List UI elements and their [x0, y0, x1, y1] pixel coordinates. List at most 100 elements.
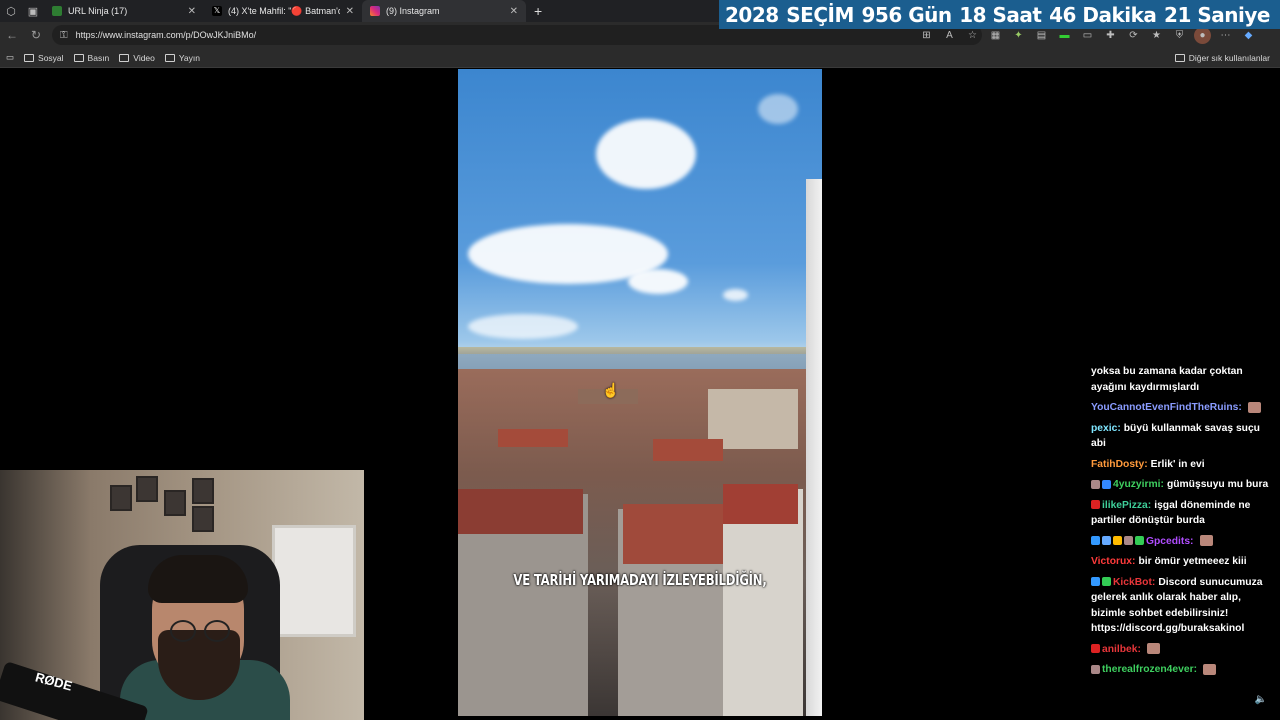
chat-username: KickBot: — [1113, 576, 1156, 588]
rooftop — [623, 504, 723, 564]
copilot-icon[interactable]: ◆ — [1240, 27, 1257, 44]
chat-message: yoksa bu zamana kadar çoktan ayağını kay… — [1091, 364, 1275, 395]
countdown-label: SEÇİM — [786, 2, 854, 27]
hand-cursor-icon: ☝ — [602, 382, 620, 398]
tab-url-ninja[interactable]: URL Ninja (17) ✕ — [44, 0, 204, 22]
chat-message: Victorux: bir ömür yetmeeez kiii — [1091, 554, 1275, 570]
badge-icon — [1102, 577, 1111, 587]
url-text: https://www.instagram.com/p/DOwJKJniBMo/ — [75, 30, 257, 40]
picture-frame — [110, 485, 132, 511]
chat-message: FatihDosty: Erlik' in evi — [1091, 457, 1275, 473]
url-ninja-favicon-icon — [52, 6, 62, 16]
close-tab-icon[interactable]: ✕ — [188, 6, 196, 17]
bookmark-label: Yayın — [178, 52, 200, 63]
picture-frame — [136, 476, 158, 502]
reload-icon[interactable]: ↻ — [24, 23, 48, 47]
cloud — [758, 94, 798, 124]
more-menu-icon[interactable]: ⋯ — [1217, 27, 1234, 44]
chat-overlay: yoksa bu zamana kadar çoktan ayağını kay… — [1091, 364, 1275, 720]
app-available-icon[interactable]: ⊞ — [918, 27, 935, 44]
badge-icon — [1091, 536, 1100, 546]
glasses-lens — [170, 620, 196, 642]
bookmark-label: Basın — [87, 52, 110, 63]
folder-icon — [164, 53, 175, 62]
bookmark-folder-video[interactable]: Video — [114, 53, 160, 63]
chat-message: anilbek: — [1091, 642, 1275, 658]
extension-icon[interactable]: ▤ — [1033, 27, 1050, 44]
extension-icon[interactable]: ▬ — [1056, 27, 1073, 44]
chat-message: pexic: büyü kullanmak savaş suçu abi — [1091, 421, 1275, 452]
chat-text: gümüşsuyu mu bura — [1166, 479, 1269, 490]
close-tab-icon[interactable]: ✕ — [510, 6, 518, 17]
browser-essentials-icon[interactable]: ⛨ — [1171, 27, 1188, 44]
chat-message: YouCannotEvenFindTheRuins: — [1091, 400, 1275, 416]
rooftop — [498, 429, 568, 447]
new-tab-button[interactable]: + — [526, 3, 550, 19]
countdown-days: 956 Gün — [861, 2, 952, 27]
chat-message: therealfrozen4ever: — [1091, 662, 1275, 678]
chat-username: pexic: — [1091, 422, 1121, 434]
other-favorites[interactable]: Diğer sık kullanılanlar — [1174, 48, 1270, 68]
countdown-seconds: 21 Saniye — [1164, 2, 1270, 27]
wall-frames — [106, 470, 224, 532]
folder-icon — [24, 53, 35, 62]
close-tab-icon[interactable]: ✕ — [346, 6, 354, 17]
refresh-extension-icon[interactable]: ⟳ — [1125, 27, 1142, 44]
emote-icon — [1203, 663, 1216, 675]
chat-message: ilikePizza: işgal döneminde ne partiler d… — [1091, 498, 1275, 529]
tab-instagram[interactable]: (9) Instagram ✕ — [362, 0, 526, 22]
chat-username: anilbek: — [1102, 643, 1141, 655]
emote-icon — [1247, 401, 1261, 413]
workspaces-icon[interactable]: ⬡ — [0, 0, 22, 22]
bookmarks-bar: ▭ Sosyal Basın Video Yayın Diğer sık kul… — [0, 48, 1280, 68]
badge-icon — [1102, 536, 1111, 546]
bookmark-sidebar-toggle[interactable]: ▭ — [0, 52, 19, 63]
chat-username: FatihDosty: — [1091, 458, 1148, 470]
favorite-star-icon[interactable]: ☆ — [964, 27, 981, 44]
emote-icon — [1146, 643, 1160, 655]
badge-icon — [1113, 536, 1122, 546]
folder-icon — [1174, 54, 1185, 62]
instagram-video[interactable]: VE TARİHİ YARIMADAYI İZLEYEBİLDİĞİN, — [458, 69, 822, 716]
folder-icon — [119, 53, 130, 62]
chat-text: Erlik' in evi — [1150, 458, 1205, 470]
building-wall — [806, 179, 822, 716]
extension-icon[interactable]: ▭ — [1079, 27, 1096, 44]
chat-username: ilikePizza: — [1102, 499, 1152, 511]
badge-icon — [1091, 644, 1100, 654]
read-aloud-icon[interactable]: A — [941, 27, 958, 44]
countdown-minutes: 46 Dakika — [1049, 2, 1157, 27]
extension-icon[interactable]: ▦ — [987, 27, 1004, 44]
back-arrow-icon[interactable]: ← — [0, 23, 24, 47]
rooftop — [458, 489, 583, 534]
other-favorites-label: Diğer sık kullanılanlar — [1188, 53, 1270, 63]
badge-icon — [1091, 577, 1100, 587]
bookmark-folder-sosyal[interactable]: Sosyal — [19, 53, 69, 63]
site-info-icon[interactable]: ⚿ — [60, 30, 68, 41]
profile-avatar-icon[interactable]: ● — [1194, 26, 1211, 44]
x-favicon-icon: 𝕏 — [212, 6, 222, 16]
favorites-icon[interactable]: ★ — [1148, 27, 1165, 44]
bookmark-folder-basin[interactable]: Basın — [69, 53, 115, 63]
tab-title: (4) X'te Mahfil: "🔴 Batman'da ha — [228, 5, 340, 16]
bookmark-folder-yayin[interactable]: Yayın — [160, 53, 205, 63]
streamer-webcam: RØDE — [0, 470, 364, 720]
cloud — [596, 119, 696, 189]
extensions-puzzle-icon[interactable]: ✚ — [1102, 27, 1119, 44]
chat-username: YouCannotEvenFindTheRuins: — [1091, 402, 1242, 413]
sidebar-icon: ▭ — [6, 52, 15, 62]
tab-actions-icon[interactable]: ▣ — [22, 0, 44, 22]
city-rooftops — [458, 369, 822, 716]
volume-icon[interactable]: 🔈 — [1254, 692, 1268, 706]
chat-username: 4yuzyirmi: — [1113, 479, 1164, 490]
tab-x-mahfil[interactable]: 𝕏 (4) X'te Mahfil: "🔴 Batman'da ha ✕ — [204, 0, 362, 22]
cloud — [468, 314, 578, 339]
chat-text: yoksa bu zamana kadar çoktan ayağını kay… — [1091, 366, 1243, 393]
video-subtitle: VE TARİHİ YARIMADAYI İZLEYEBİLDİĞİN, — [513, 571, 767, 589]
extension-icon[interactable]: ✦ — [1010, 27, 1027, 44]
chat-text: bir ömür yetmeeez kiii — [1138, 556, 1247, 567]
chat-message: KickBot: Discord sunucumuza gelerek anlık… — [1091, 575, 1275, 637]
tab-title: URL Ninja (17) — [68, 6, 128, 16]
countdown-year: 2028 — [725, 2, 779, 27]
chat-username: Victorux: — [1091, 556, 1136, 567]
